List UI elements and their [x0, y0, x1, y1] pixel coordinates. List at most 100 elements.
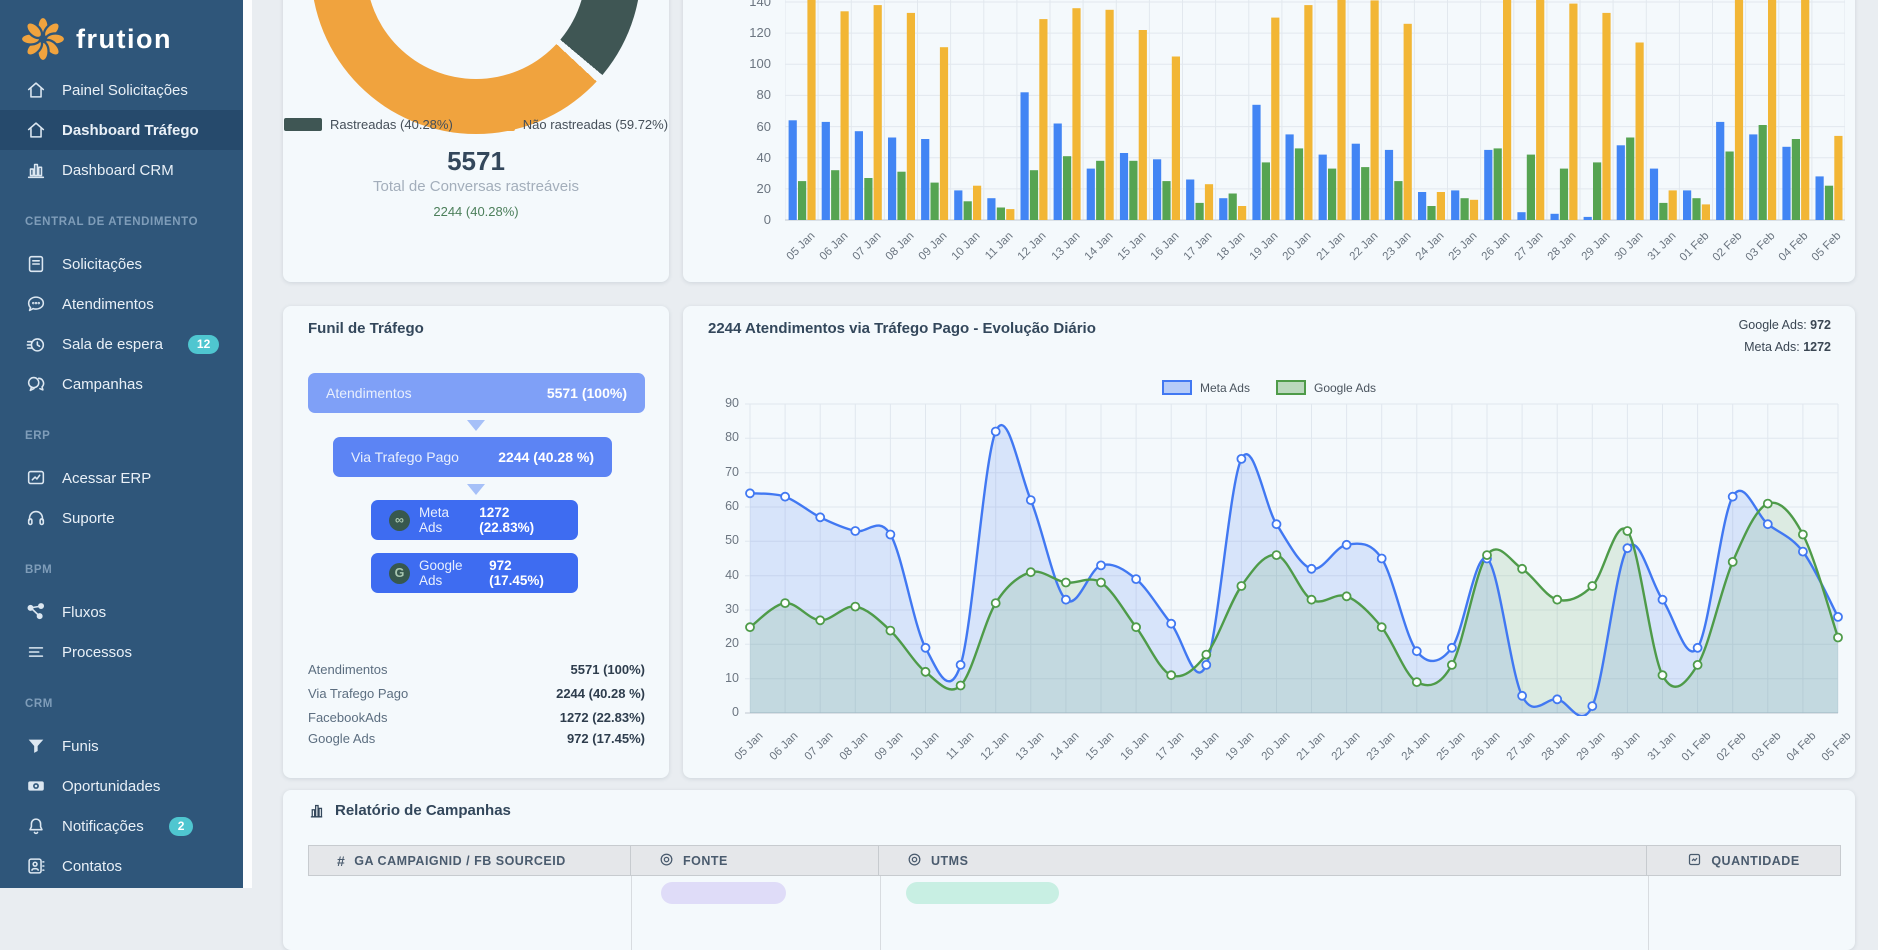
- bar-xtick-29-jan: 29 Jan: [1579, 230, 1612, 263]
- legend-label: Rastreadas (40.28%): [330, 117, 453, 132]
- sidebar-item-contatos[interactable]: Contatos: [0, 846, 243, 886]
- bar-xtick-10-jan: 10 Jan: [950, 230, 983, 263]
- contact-icon: [25, 855, 47, 877]
- table-column-separator: [880, 876, 881, 950]
- funnel-step-value: 972 (17.45%): [489, 558, 560, 588]
- google-ads-icon: G: [389, 563, 410, 584]
- line-xtick-04-feb: 04 Feb: [1785, 730, 1819, 764]
- sidebar-item-funis[interactable]: Funis: [0, 726, 243, 766]
- funnel-summary-value: 1272 (22.83%): [560, 710, 645, 725]
- daily-bar-chart-card: 020406080100120140 05 Jan06 Jan07 Jan08 …: [683, 0, 1855, 282]
- line-xtick-11-jan: 11 Jan: [944, 730, 976, 762]
- bar-ytick-0: 0: [713, 212, 771, 227]
- line-xtick-07-jan: 07 Jan: [803, 730, 836, 763]
- conversions-donut-chart: [311, 0, 641, 134]
- funnel-step-google-ads[interactable]: GGoogle Ads972 (17.45%): [371, 553, 578, 593]
- column-header-utms[interactable]: UTMS: [878, 845, 1647, 876]
- funnel-title: Funil de Tráfego: [308, 320, 424, 337]
- table-column-separator: [631, 876, 632, 950]
- funnel-step-meta-ads[interactable]: ∞Meta Ads1272 (22.83%): [371, 500, 578, 540]
- line-xtick-28-jan: 28 Jan: [1540, 730, 1573, 763]
- sidebar-item-dashboard-trafego[interactable]: Dashboard Tráfego: [0, 110, 243, 150]
- funnel-summary-value: 972 (17.45%): [567, 731, 645, 746]
- sidebar-item-label: Notificações: [62, 818, 144, 835]
- home-icon: [25, 79, 47, 101]
- frution-flower-icon: [20, 16, 66, 62]
- line-xtick-27-jan: 27 Jan: [1505, 730, 1538, 763]
- bar-xtick-25-jan: 25 Jan: [1447, 230, 1480, 263]
- hash-icon: #: [337, 853, 345, 869]
- sidebar-item-campanhas[interactable]: Campanhas: [0, 364, 243, 404]
- paid-traffic-line-chart: [745, 401, 1845, 716]
- sidebar-item-fluxos[interactable]: Fluxos: [0, 592, 243, 632]
- stat-meta-ads: Meta Ads: 1272: [1739, 336, 1831, 358]
- bar-ytick-60: 60: [713, 119, 771, 134]
- sidebar-item-label: Oportunidades: [62, 778, 160, 795]
- funnel-step-atendimentos[interactable]: Atendimentos5571 (100%): [308, 373, 645, 413]
- line-xtick-15-jan: 15 Jan: [1084, 730, 1117, 763]
- line-xtick-23-jan: 23 Jan: [1364, 730, 1397, 763]
- bar-xtick-23-jan: 23 Jan: [1380, 230, 1413, 263]
- sidebar-item-label: Funis: [62, 738, 99, 755]
- line-xtick-19-jan: 19 Jan: [1224, 730, 1257, 763]
- line-xtick-26-jan: 26 Jan: [1470, 730, 1503, 763]
- funnel-arrow-icon: [467, 484, 485, 495]
- line-xtick-18-jan: 18 Jan: [1189, 730, 1222, 763]
- sidebar-item-label: Dashboard Tráfego: [62, 122, 199, 139]
- column-header-label: GA CAMPAIGNID / FB SOURCEID: [354, 854, 565, 868]
- campaign-report-card: Relatório de Campanhas #GA CAMPAIGNID / …: [283, 790, 1855, 950]
- sidebar-item-label: Painel Solicitações: [62, 82, 188, 99]
- column-header-fonte[interactable]: FONTE: [630, 845, 879, 876]
- sidebar-scrollbar-track[interactable]: [243, 0, 252, 888]
- sidebar-item-notificacoes[interactable]: Notificações2: [0, 806, 243, 846]
- bar-xtick-21-jan: 21 Jan: [1314, 230, 1347, 263]
- stat-google-ads: Google Ads: 972: [1739, 314, 1831, 336]
- sidebar-item-processos[interactable]: Processos: [0, 632, 243, 672]
- brand-logo[interactable]: frution: [0, 0, 243, 70]
- funnel-step-via-trafego-pago[interactable]: Via Trafego Pago2244 (40.28 %): [333, 437, 612, 477]
- bell-icon: [25, 815, 47, 837]
- line-ytick-10: 10: [697, 671, 739, 685]
- sidebar-item-solicitacoes[interactable]: Solicitações: [0, 244, 243, 284]
- sidebar-item-acessar-erp[interactable]: Acessar ERP: [0, 458, 243, 498]
- sidebar-item-label: Contatos: [62, 858, 122, 875]
- legend-swatch: [477, 118, 515, 131]
- column-header-label: UTMS: [931, 854, 968, 868]
- line-ytick-0: 0: [697, 705, 739, 719]
- line-xtick-16-jan: 16 Jan: [1119, 730, 1152, 763]
- column-header-quantidade[interactable]: QUANTIDADE: [1646, 845, 1841, 876]
- sidebar-item-atendimentos[interactable]: Atendimentos: [0, 284, 243, 324]
- main-content: Rastreadas (40.28%)Não rastreadas (59.72…: [252, 0, 1878, 888]
- chat-icon: [25, 293, 47, 315]
- sidebar-item-dashboard-crm[interactable]: Dashboard CRM: [0, 150, 243, 190]
- column-header-ga-campaignid-fb-sourceid[interactable]: # GA CAMPAIGNID / FB SOURCEID: [308, 845, 631, 876]
- line-ytick-90: 90: [697, 396, 739, 410]
- sidebar-item-label: Dashboard CRM: [62, 162, 174, 179]
- bar-xtick-04-feb: 04 Feb: [1777, 230, 1811, 264]
- sidebar-item-sala-de-espera[interactable]: Sala de espera12: [0, 324, 243, 364]
- sidebar-section-central-de-atendimento: CENTRAL DE ATENDIMENTO: [0, 207, 243, 237]
- headset-icon: [25, 507, 47, 529]
- legend-swatch: [1162, 380, 1192, 395]
- line-ytick-40: 40: [697, 568, 739, 582]
- bar-xtick-06-jan: 06 Jan: [817, 230, 850, 263]
- bar-xtick-12-jan: 12 Jan: [1016, 230, 1049, 263]
- line-xtick-09-jan: 09 Jan: [873, 730, 906, 763]
- brand-name: frution: [76, 24, 172, 55]
- donut-legend: Rastreadas (40.28%)Não rastreadas (59.72…: [283, 117, 669, 132]
- line-xtick-03-feb: 03 Feb: [1749, 730, 1783, 764]
- line-xtick-14-jan: 14 Jan: [1048, 730, 1081, 763]
- line-ytick-50: 50: [697, 533, 739, 547]
- legend-item-google-ads: Google Ads: [1276, 380, 1376, 395]
- line-xtick-21-jan: 21 Jan: [1294, 730, 1327, 763]
- sidebar-item-painel-solicitacoes[interactable]: Painel Solicitações: [0, 70, 243, 110]
- sidebar-item-oportunidades[interactable]: Oportunidades: [0, 766, 243, 806]
- sidebar-item-suporte[interactable]: Suporte: [0, 498, 243, 538]
- funnel-summary-facebookads: FacebookAds1272 (22.83%): [308, 710, 645, 725]
- meta-ads-icon: ∞: [389, 510, 410, 531]
- bar-ytick-40: 40: [713, 150, 771, 165]
- target-icon: [659, 852, 674, 870]
- bar-xtick-11-jan: 11 Jan: [983, 230, 1015, 262]
- bar-xtick-02-feb: 02 Feb: [1711, 230, 1745, 264]
- funnel-step-value: 1272 (22.83%): [479, 505, 560, 535]
